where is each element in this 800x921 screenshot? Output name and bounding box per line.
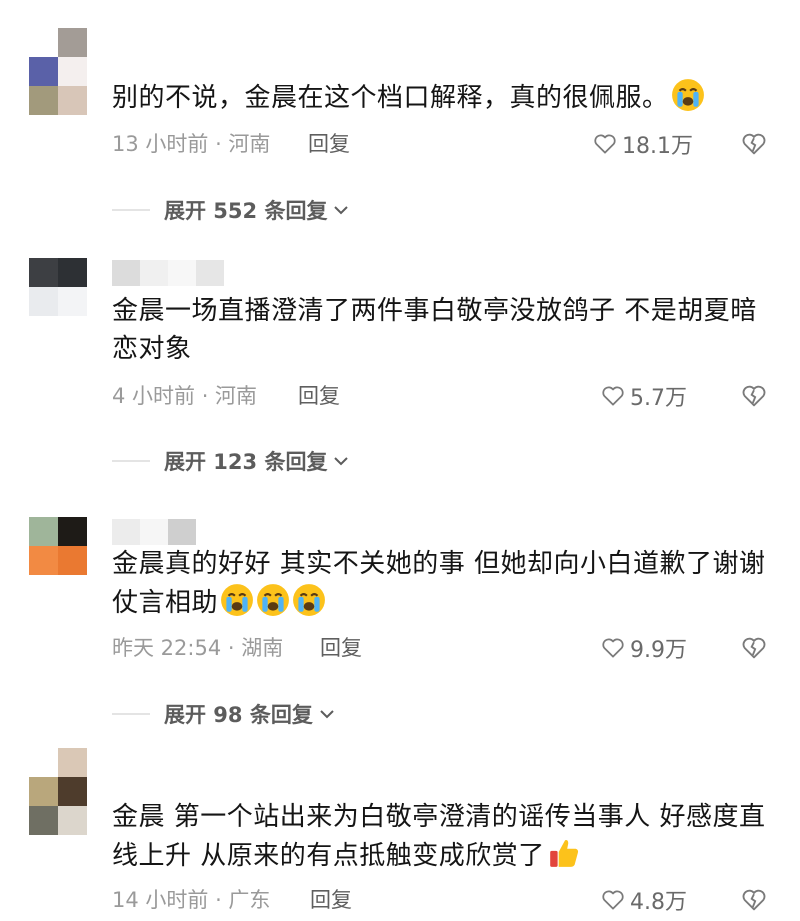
comment-meta: 昨天 22:54 · 湖南 bbox=[112, 636, 284, 660]
expand-replies-button[interactable]: 展开 552 条回复 bbox=[112, 196, 351, 224]
comment-text: 金晨一场直播澄清了两件事白敬亭没放鸽子 不是胡夏暗恋对象 bbox=[112, 296, 757, 364]
broken-heart-icon[interactable] bbox=[740, 382, 768, 410]
broken-heart-icon[interactable] bbox=[740, 130, 768, 158]
crying-face-icon bbox=[671, 79, 704, 111]
comment-meta: 13 小时前 · 河南 bbox=[112, 132, 271, 156]
like-button[interactable]: 18.1万 bbox=[592, 130, 693, 159]
divider bbox=[112, 209, 150, 211]
comment-text: 别的不说，金晨在这个档口解释，真的很佩服。 bbox=[112, 78, 782, 117]
reply-button[interactable]: 回复 bbox=[308, 130, 350, 158]
chevron-down-icon bbox=[334, 206, 349, 215]
avatar[interactable] bbox=[29, 748, 87, 835]
comment-text: 金晨 第一个站出来为白敬亭澄清的谣传当事人 好感度直线上升 从原来的有点抵触变成… bbox=[112, 802, 766, 871]
avatar[interactable] bbox=[29, 258, 87, 316]
like-count: 5.7万 bbox=[630, 386, 687, 411]
expand-replies-button[interactable]: 展开 123 条回复 bbox=[112, 447, 351, 475]
reply-button[interactable]: 回复 bbox=[320, 634, 362, 662]
like-count: 18.1万 bbox=[622, 134, 693, 159]
like-count: 9.9万 bbox=[630, 638, 687, 663]
blurred-username bbox=[112, 519, 202, 545]
chevron-down-icon bbox=[334, 457, 349, 466]
crying-face-icon bbox=[293, 584, 325, 616]
broken-heart-icon[interactable] bbox=[740, 634, 768, 662]
like-count: 4.8万 bbox=[630, 890, 687, 915]
avatar[interactable] bbox=[29, 517, 87, 575]
heart-outline-icon bbox=[602, 638, 624, 658]
divider bbox=[112, 713, 150, 715]
divider bbox=[112, 460, 150, 462]
comment-text: 金晨真的好好 其实不关她的事 但她却向小白道歉了谢谢仗言相助 bbox=[112, 549, 766, 618]
heart-outline-icon bbox=[594, 134, 616, 154]
blurred-username bbox=[112, 260, 232, 286]
like-button[interactable]: 9.9万 bbox=[600, 634, 687, 663]
comment-meta: 4 小时前 · 河南 bbox=[112, 384, 258, 408]
chevron-down-icon bbox=[320, 710, 334, 719]
expand-replies-button[interactable]: 展开 98 条回复 bbox=[112, 700, 337, 728]
reply-button[interactable]: 回复 bbox=[298, 382, 340, 410]
reply-button[interactable]: 回复 bbox=[310, 886, 352, 914]
broken-heart-icon[interactable] bbox=[740, 886, 768, 914]
comment-meta: 14 小时前 · 广东 bbox=[112, 888, 271, 912]
heart-outline-icon bbox=[602, 386, 624, 406]
like-button[interactable]: 4.8万 bbox=[600, 886, 687, 915]
heart-outline-icon bbox=[602, 890, 624, 910]
crying-face-icon bbox=[221, 584, 253, 616]
like-button[interactable]: 5.7万 bbox=[600, 382, 687, 411]
avatar[interactable] bbox=[29, 28, 87, 115]
thumbs-up-icon bbox=[549, 840, 578, 867]
crying-face-icon bbox=[257, 584, 289, 616]
